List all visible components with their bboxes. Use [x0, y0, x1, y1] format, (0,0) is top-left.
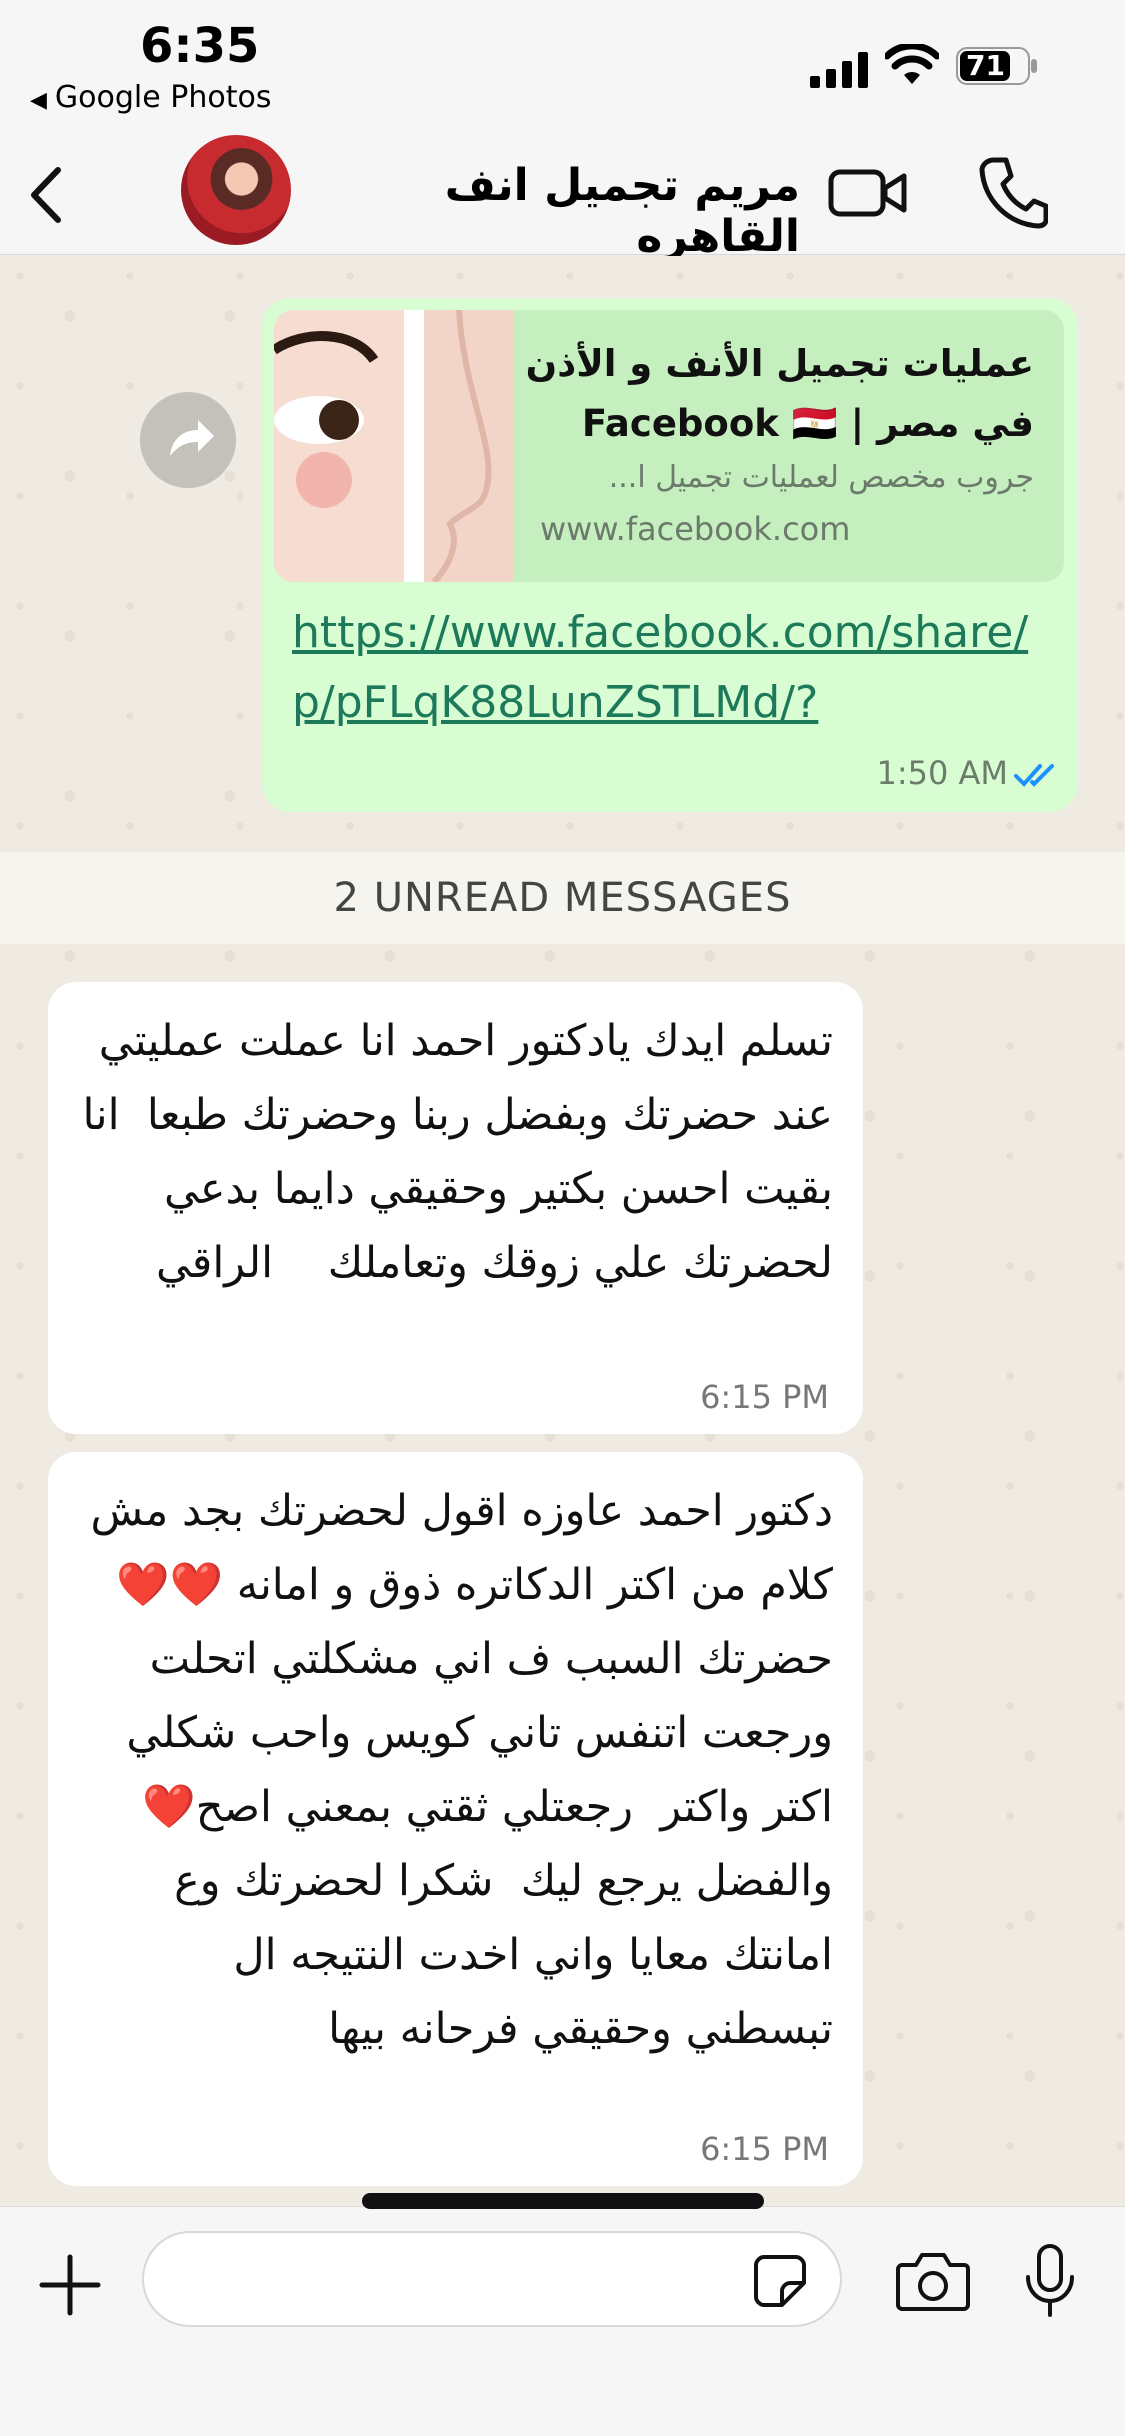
message-text: تسلم ايدك يادكتور احمد انا عملت عمليتي ع… [68, 1016, 833, 1288]
contact-name[interactable]: مريم تجميل انف القاهره [320, 160, 800, 262]
cellular-signal-icon [810, 52, 868, 88]
microphone-icon[interactable] [1022, 2243, 1078, 2319]
message-input[interactable] [142, 2231, 842, 2327]
link-preview-thumbnail [274, 310, 514, 582]
back-app-label: Google Photos [54, 80, 272, 115]
message-link[interactable]: https://www.facebook.com/share/p/pFLqK88… [292, 598, 1052, 738]
message-text: دكتور احمد عاوزه اقول لحضرتك بجد مش كلام… [75, 1486, 833, 2054]
outgoing-message-bubble[interactable]: عمليات تجميل الأنف و الأذن في مصر | Face… [262, 298, 1078, 812]
home-indicator [362, 2193, 764, 2209]
link-preview-card[interactable]: عمليات تجميل الأنف و الأذن في مصر | Face… [274, 310, 1064, 582]
incoming-message-bubble[interactable]: دكتور احمد عاوزه اقول لحضرتك بجد مش كلام… [48, 1452, 863, 2186]
chat-header: مريم تجميل انف القاهره [0, 130, 1125, 262]
incoming-message-bubble[interactable]: تسلم ايدك يادكتور احمد انا عملت عمليتي ع… [48, 982, 863, 1434]
avatar[interactable] [181, 135, 291, 245]
back-triangle-icon: ◀ [30, 88, 47, 113]
status-bar: 6:35 ◀ Google Photos 71 [0, 0, 1125, 130]
video-call-icon[interactable] [828, 158, 908, 228]
sticker-icon[interactable] [752, 2253, 808, 2309]
phone-call-icon[interactable] [978, 154, 1048, 230]
message-time: 1:50 AM [876, 754, 1008, 792]
back-to-app-link[interactable]: ◀ Google Photos [30, 80, 271, 115]
status-time: 6:35 [140, 18, 260, 74]
battery-icon: 71 [956, 46, 1038, 86]
message-time: 6:15 PM [700, 2130, 829, 2168]
unread-messages-banner: 2 UNREAD MESSAGES [0, 852, 1125, 944]
wifi-icon [885, 44, 939, 84]
link-preview-description: جروب مخصص لعمليات تجميل ا... [608, 460, 1034, 495]
back-chevron-icon[interactable] [22, 160, 72, 230]
plus-icon[interactable] [38, 2253, 102, 2317]
link-preview-title: عمليات تجميل الأنف و الأذن في مصر | Face… [525, 342, 1034, 445]
forward-arrow-icon [170, 420, 214, 456]
link-preview-domain: www.facebook.com [540, 510, 851, 548]
message-input-bar [0, 2193, 1125, 2436]
battery-level: 71 [966, 49, 1005, 82]
forward-button[interactable] [140, 392, 236, 488]
camera-icon[interactable] [896, 2251, 970, 2311]
chat-area[interactable]: عمليات تجميل الأنف و الأذن في مصر | Face… [0, 256, 1125, 2206]
read-receipt-icon [1014, 764, 1054, 787]
message-time: 6:15 PM [700, 1378, 829, 1416]
